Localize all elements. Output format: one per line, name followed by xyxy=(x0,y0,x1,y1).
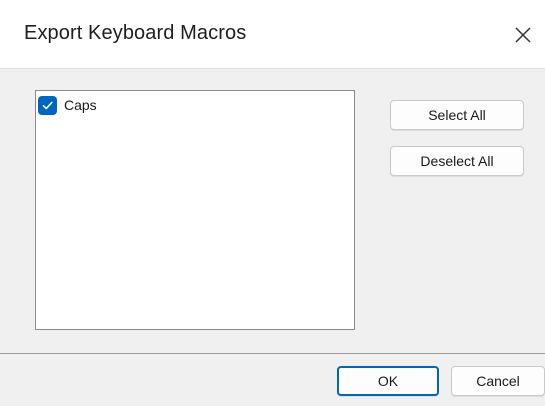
close-icon xyxy=(515,27,531,43)
close-button[interactable] xyxy=(508,20,538,50)
caps-checkbox[interactable] xyxy=(38,95,57,115)
title-bar: Export Keyboard Macros xyxy=(0,0,545,69)
export-macros-dialog: Export Keyboard Macros Caps Select All D… xyxy=(0,0,545,406)
list-item-label: Caps xyxy=(64,97,97,113)
select-all-button[interactable]: Select All xyxy=(390,100,524,130)
footer-divider xyxy=(0,353,545,354)
dialog-title: Export Keyboard Macros xyxy=(24,22,247,44)
ok-button[interactable]: OK xyxy=(337,366,439,396)
checkmark-icon xyxy=(42,101,53,109)
macro-list[interactable]: Caps xyxy=(35,90,355,330)
cancel-button[interactable]: Cancel xyxy=(451,366,545,396)
deselect-all-button[interactable]: Deselect All xyxy=(390,146,524,176)
list-item-caps[interactable]: Caps xyxy=(38,94,97,116)
